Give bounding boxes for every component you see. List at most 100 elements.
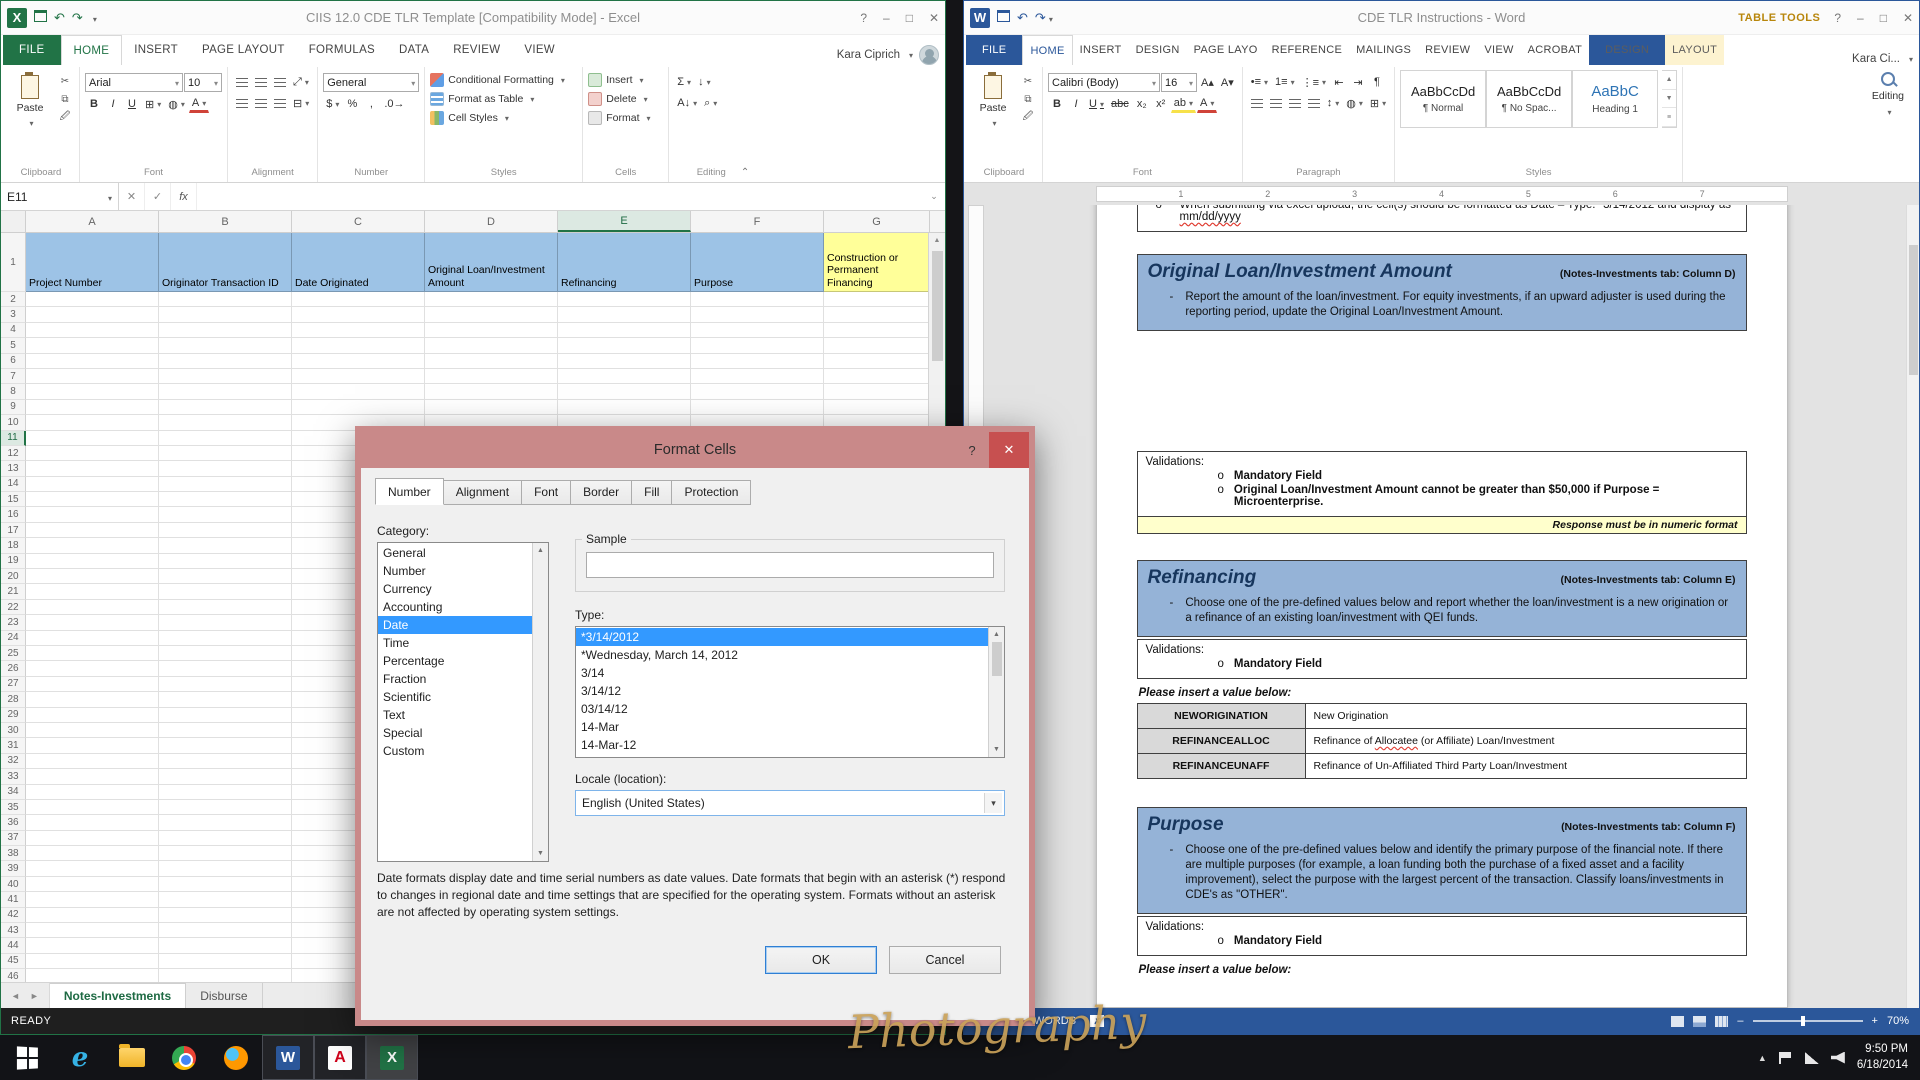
cell[interactable] — [159, 400, 292, 415]
font-color-icon[interactable]: A — [1197, 95, 1217, 113]
cell[interactable]: Date Originated — [292, 233, 425, 292]
cell[interactable] — [26, 708, 159, 723]
word-context-tab[interactable]: LAYOUT — [1665, 35, 1724, 65]
excel-ribbon-tab[interactable]: REVIEW — [441, 35, 512, 65]
category-item[interactable]: Number — [378, 562, 532, 580]
row-header[interactable]: 27 — [1, 677, 26, 692]
excel-help-icon[interactable]: ? — [860, 11, 867, 25]
cell[interactable] — [26, 538, 159, 553]
word-context-tab[interactable]: DESIGN — [1589, 35, 1665, 65]
cell[interactable] — [425, 323, 558, 338]
cell[interactable] — [824, 307, 930, 322]
cell[interactable] — [159, 954, 292, 969]
type-item[interactable]: 03/14/12 — [576, 700, 988, 718]
volume-icon[interactable] — [1831, 1052, 1845, 1064]
cell[interactable] — [691, 369, 824, 384]
italic-button[interactable]: I — [104, 95, 122, 113]
row-header[interactable]: 16 — [1, 507, 26, 522]
cell[interactable] — [558, 323, 691, 338]
cell[interactable] — [691, 354, 824, 369]
cell[interactable] — [159, 569, 292, 584]
cell[interactable] — [26, 723, 159, 738]
dialog-help-icon[interactable]: ? — [955, 443, 989, 458]
row-header[interactable]: 30 — [1, 723, 26, 738]
cell[interactable] — [159, 815, 292, 830]
shading-icon[interactable]: ◍ — [1343, 94, 1366, 112]
merge-center-icon[interactable]: ⊟ — [290, 94, 312, 112]
cell[interactable] — [159, 969, 292, 982]
cell[interactable] — [691, 307, 824, 322]
cell[interactable] — [425, 338, 558, 353]
copy-icon[interactable]: ⧉ — [1019, 91, 1037, 107]
font-color-icon[interactable]: A — [189, 95, 209, 113]
column-header[interactable]: F — [691, 211, 824, 232]
cell[interactable] — [26, 338, 159, 353]
cell[interactable] — [292, 354, 425, 369]
sheet-tab-disburse[interactable]: Disburse — [186, 983, 262, 1008]
excel-account[interactable]: Kara Ciprich — [837, 45, 943, 65]
row-header[interactable]: 4 — [1, 323, 26, 338]
cell[interactable] — [26, 400, 159, 415]
taskbar-chrome[interactable] — [158, 1035, 210, 1080]
category-item[interactable]: Fraction — [378, 670, 532, 688]
cell[interactable] — [159, 708, 292, 723]
cell[interactable] — [824, 292, 930, 307]
category-item[interactable]: Text — [378, 706, 532, 724]
row-header[interactable]: 41 — [1, 892, 26, 907]
cell[interactable] — [292, 369, 425, 384]
row-header[interactable]: 3 — [1, 307, 26, 322]
format-painter-icon[interactable]: 🖉 — [1019, 109, 1037, 125]
sort-filter-icon[interactable]: A↓ — [674, 94, 700, 112]
scroll-up-icon[interactable]: ▲ — [993, 627, 1000, 642]
scroll-down-icon[interactable]: ▼ — [993, 742, 1000, 757]
cell[interactable] — [824, 400, 930, 415]
dialog-tab[interactable]: Alignment — [444, 480, 522, 505]
excel-ribbon-tab[interactable]: VIEW — [512, 35, 567, 65]
paste-button[interactable]: Paste — [8, 70, 52, 134]
type-item[interactable]: 3/14/12 — [576, 682, 988, 700]
cell[interactable]: Original Loan/Investment Amount — [425, 233, 558, 292]
scrollbar-thumb[interactable] — [992, 642, 1002, 676]
font-name-combo[interactable]: Arial — [85, 73, 183, 92]
style-card[interactable]: AaBbCcDd ¶ Normal — [1400, 70, 1486, 128]
cell[interactable] — [26, 661, 159, 676]
category-item[interactable]: Accounting — [378, 598, 532, 616]
dialog-close-icon[interactable]: ✕ — [989, 432, 1029, 468]
cell[interactable] — [159, 538, 292, 553]
align-top-icon[interactable] — [233, 73, 251, 91]
row-header[interactable]: 44 — [1, 938, 26, 953]
undo-icon[interactable]: ↶ — [1017, 10, 1028, 26]
save-icon[interactable] — [34, 10, 47, 25]
category-item[interactable]: Time — [378, 634, 532, 652]
cell[interactable] — [159, 461, 292, 476]
ok-button[interactable]: OK — [765, 946, 877, 974]
qat-customize-icon[interactable] — [90, 10, 97, 25]
cell[interactable] — [26, 369, 159, 384]
row-header[interactable]: 6 — [1, 354, 26, 369]
cell[interactable] — [159, 877, 292, 892]
row-header[interactable]: 12 — [1, 446, 26, 461]
type-item[interactable]: *3/14/2012 — [576, 628, 988, 646]
cell[interactable] — [292, 323, 425, 338]
taskbar-acrobat[interactable]: A — [314, 1035, 366, 1080]
cell[interactable] — [159, 477, 292, 492]
cell[interactable] — [26, 569, 159, 584]
cell[interactable] — [558, 338, 691, 353]
row-header[interactable]: 46 — [1, 969, 26, 982]
row-header[interactable]: 17 — [1, 523, 26, 538]
cell[interactable] — [26, 600, 159, 615]
insert-cells-button[interactable]: Insert — [588, 70, 663, 89]
word-ribbon-tab[interactable]: VIEW — [1477, 35, 1520, 65]
line-spacing-icon[interactable]: ↕ — [1324, 94, 1343, 112]
row-header[interactable]: 1 — [1, 233, 26, 292]
redo-icon[interactable]: ↷ — [1035, 10, 1053, 26]
grow-font-icon[interactable]: A▴ — [1198, 74, 1217, 92]
bold-button[interactable]: B — [85, 95, 103, 113]
underline-button[interactable]: U — [123, 95, 141, 113]
row-header[interactable]: 23 — [1, 615, 26, 630]
excel-ribbon-tab[interactable]: FORMULAS — [297, 35, 387, 65]
sheet-nav-right-icon[interactable]: ► — [30, 991, 39, 1001]
cell[interactable] — [558, 369, 691, 384]
row-header[interactable]: 2 — [1, 292, 26, 307]
underline-button[interactable]: U — [1086, 95, 1107, 113]
